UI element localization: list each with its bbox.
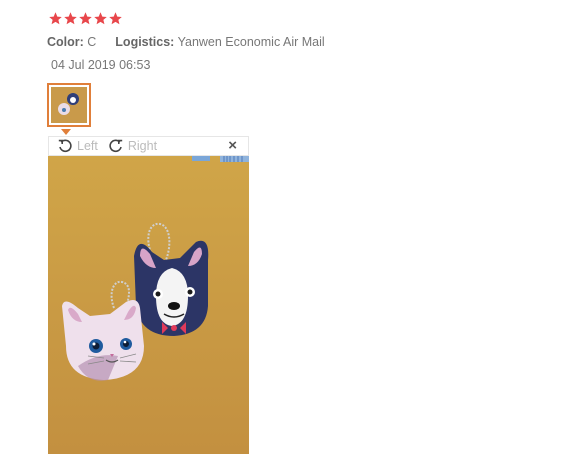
star-icon [49, 12, 62, 25]
thumbnail-active-indicator [61, 129, 71, 135]
star-icon [64, 12, 77, 25]
order-attributes: Color: C Logistics: Yanwen Economic Air … [47, 35, 325, 50]
review-item: Color: C Logistics: Yanwen Economic Air … [0, 0, 585, 454]
close-button[interactable]: × [228, 138, 237, 153]
star-icon [94, 12, 107, 25]
rotate-left-label: Left [77, 139, 98, 153]
rotate-left-icon [58, 139, 72, 153]
logistics-label: Logistics: [115, 35, 175, 49]
photo-thumbnail[interactable] [47, 83, 91, 127]
rotate-left-button[interactable]: Left [57, 138, 98, 154]
star-icon [79, 12, 92, 25]
image-viewer-toolbar: Left Right × [48, 136, 249, 156]
rotate-right-icon [109, 139, 123, 153]
color-label: Color: [47, 35, 84, 49]
review-date: 04 Jul 2019 06:53 [51, 58, 151, 72]
rotate-right-label: Right [127, 139, 158, 153]
color-value: C [87, 35, 97, 49]
review-photo [48, 156, 249, 454]
rotate-right-button[interactable]: Right [108, 138, 157, 154]
logistics-value: Yanwen Economic Air Mail [177, 35, 325, 49]
star-icon [109, 12, 122, 25]
star-rating [48, 11, 123, 26]
